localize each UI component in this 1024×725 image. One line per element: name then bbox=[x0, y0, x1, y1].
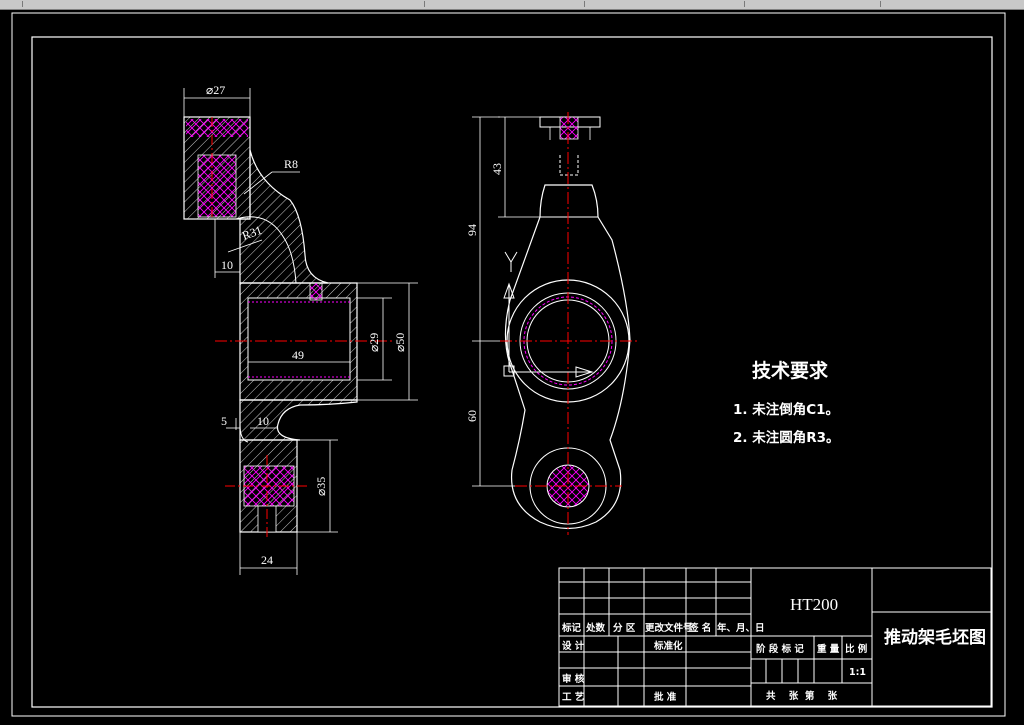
dim-10-lower: 10 bbox=[257, 414, 269, 428]
tb-material: HT200 bbox=[790, 595, 838, 614]
tb-stage-label: 阶 段 标 记 bbox=[756, 643, 804, 655]
tb-process-label: 工 艺 bbox=[562, 691, 585, 703]
tb-header-change-doc: 更改文件号 bbox=[645, 622, 693, 634]
technical-requirements: 技术要求 1. 未注倒角C1。 2. 未注圆角R3。 bbox=[733, 359, 840, 446]
tech-req-title: 技术要求 bbox=[752, 359, 829, 382]
tb-standardize-label: 标准化 bbox=[653, 640, 683, 652]
tb-scale-value: 1:1 bbox=[849, 667, 866, 678]
dim-diameter-35: ⌀35 bbox=[314, 477, 328, 496]
tb-approve-label: 批 准 bbox=[654, 691, 677, 703]
right-front-view: 43 94 60 Y bbox=[465, 112, 640, 535]
dim-60: 60 bbox=[465, 410, 479, 422]
cad-toolbar-strip bbox=[0, 0, 1024, 10]
dim-width-24: 24 bbox=[261, 553, 273, 567]
dim-length-49: 49 bbox=[292, 348, 304, 362]
tb-header-count: 处数 bbox=[585, 622, 606, 634]
dim-diameter-27: ⌀27 bbox=[206, 83, 225, 97]
tb-header-zone: 分 区 bbox=[613, 622, 636, 634]
toolbar-segment[interactable] bbox=[744, 1, 881, 7]
tech-req-item-2: 2. 未注圆角R3。 bbox=[733, 429, 840, 446]
tb-design-label: 设 计 bbox=[562, 640, 585, 652]
dim-10-upper: 10 bbox=[221, 258, 233, 272]
tb-header-mark: 标记 bbox=[561, 622, 582, 634]
hub-bore bbox=[247, 297, 351, 381]
tb-review-label: 审 核 bbox=[562, 673, 585, 685]
tb-header-signature: 签 名 bbox=[688, 622, 711, 634]
tb-scale-label: 比 例 bbox=[845, 643, 867, 655]
tb-header-date: 年、月、日 bbox=[717, 622, 765, 634]
drawing-canvas[interactable]: ⌀27 R8 R31 10 49 ⌀29 ⌀50 5 10 ⌀35 24 43 … bbox=[0, 10, 1024, 725]
dim-diameter-50: ⌀50 bbox=[393, 333, 407, 352]
toolbar-segment[interactable] bbox=[22, 1, 425, 7]
tb-drawing-name: 推动架毛坯图 bbox=[884, 627, 986, 648]
toolbar-segment[interactable] bbox=[880, 1, 1024, 7]
dim-5: 5 bbox=[221, 414, 227, 428]
left-section-view: ⌀27 R8 R31 10 49 ⌀29 ⌀50 5 10 ⌀35 24 bbox=[183, 83, 418, 575]
tb-sheets-label: 共 张 第 张 bbox=[766, 690, 838, 702]
tb-weight-label: 重 量 bbox=[817, 643, 840, 655]
dim-diameter-29: ⌀29 bbox=[367, 333, 381, 352]
dim-43: 43 bbox=[490, 163, 504, 175]
toolbar-segment[interactable] bbox=[424, 1, 585, 7]
toolbar-segment[interactable] bbox=[0, 1, 23, 7]
dim-94: 94 bbox=[465, 224, 479, 236]
toolbar-segment[interactable] bbox=[584, 1, 745, 7]
dim-radius-8: R8 bbox=[284, 157, 298, 171]
title-block-text: 标记 处数 分 区 更改文件号 签 名 年、月、日 设 计 标准化 审 核 工 … bbox=[561, 595, 986, 703]
ucs-axis-icon bbox=[503, 251, 594, 378]
tech-req-item-1: 1. 未注倒角C1。 bbox=[733, 401, 839, 418]
